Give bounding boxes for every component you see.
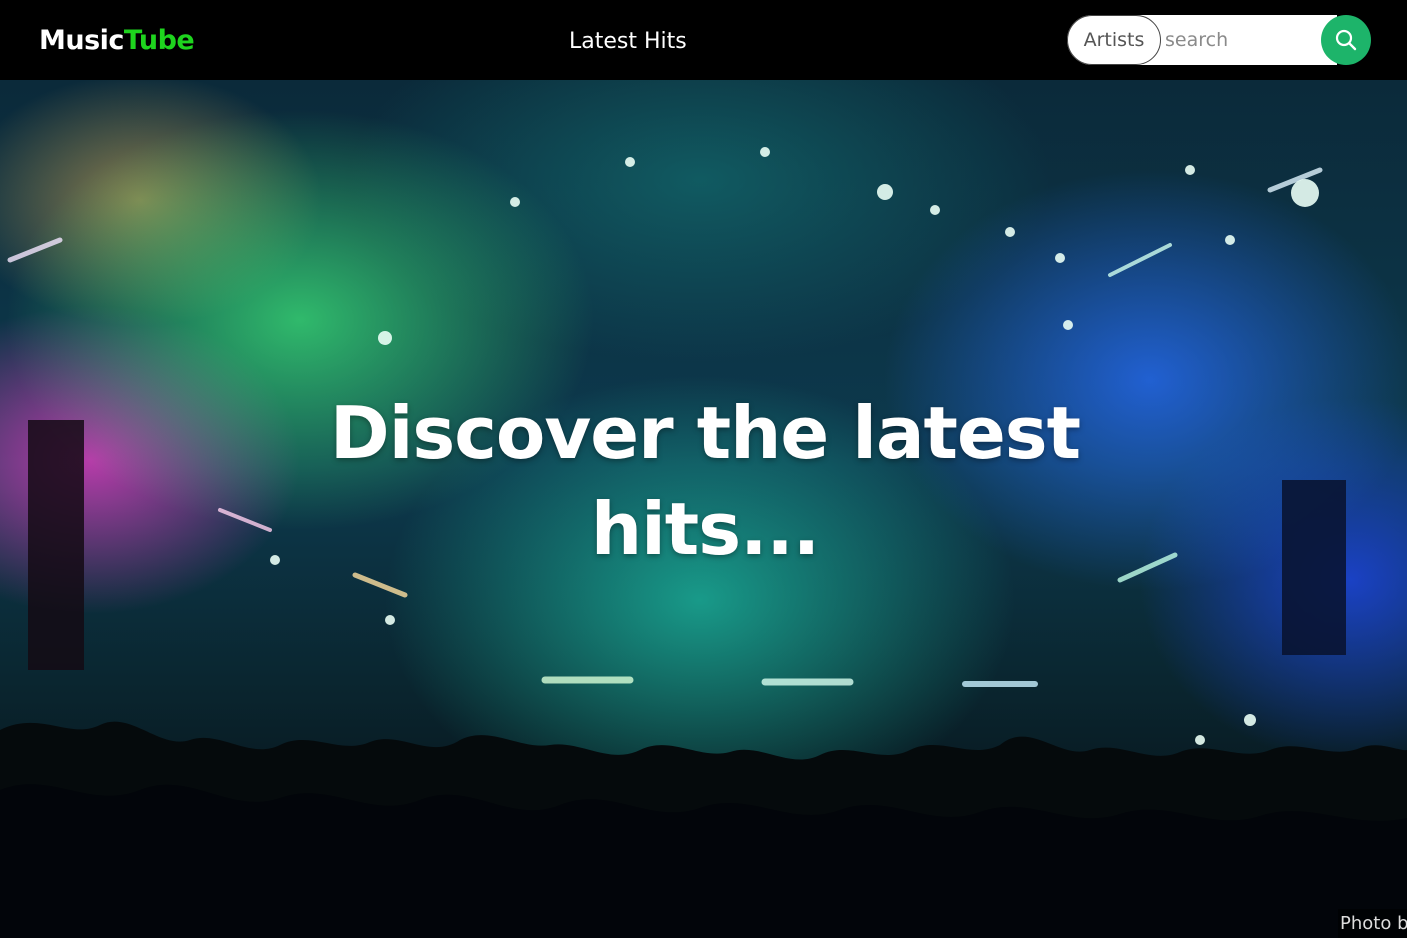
photo-credit: Photo b [1338,909,1407,938]
hero-headline: Discover the latest hits... [329,391,1081,571]
search-input[interactable] [1165,25,1315,55]
search-category-select[interactable]: Artists [1067,15,1161,65]
brand-logo[interactable]: MusicTube [39,22,195,60]
crowd-silhouette [0,721,1407,938]
nav-link-latest-hits[interactable]: Latest Hits [569,27,687,57]
search-form: Artists [1067,15,1371,65]
search-button[interactable] [1321,15,1371,65]
brand-name-tube: Tube [123,25,195,56]
brand-name-music: Music [39,25,124,56]
hero-banner: Discover the latest hits... Photo b [0,80,1407,938]
top-navbar: MusicTube Latest Hits Artists [0,0,1407,80]
search-icon [1335,29,1357,51]
